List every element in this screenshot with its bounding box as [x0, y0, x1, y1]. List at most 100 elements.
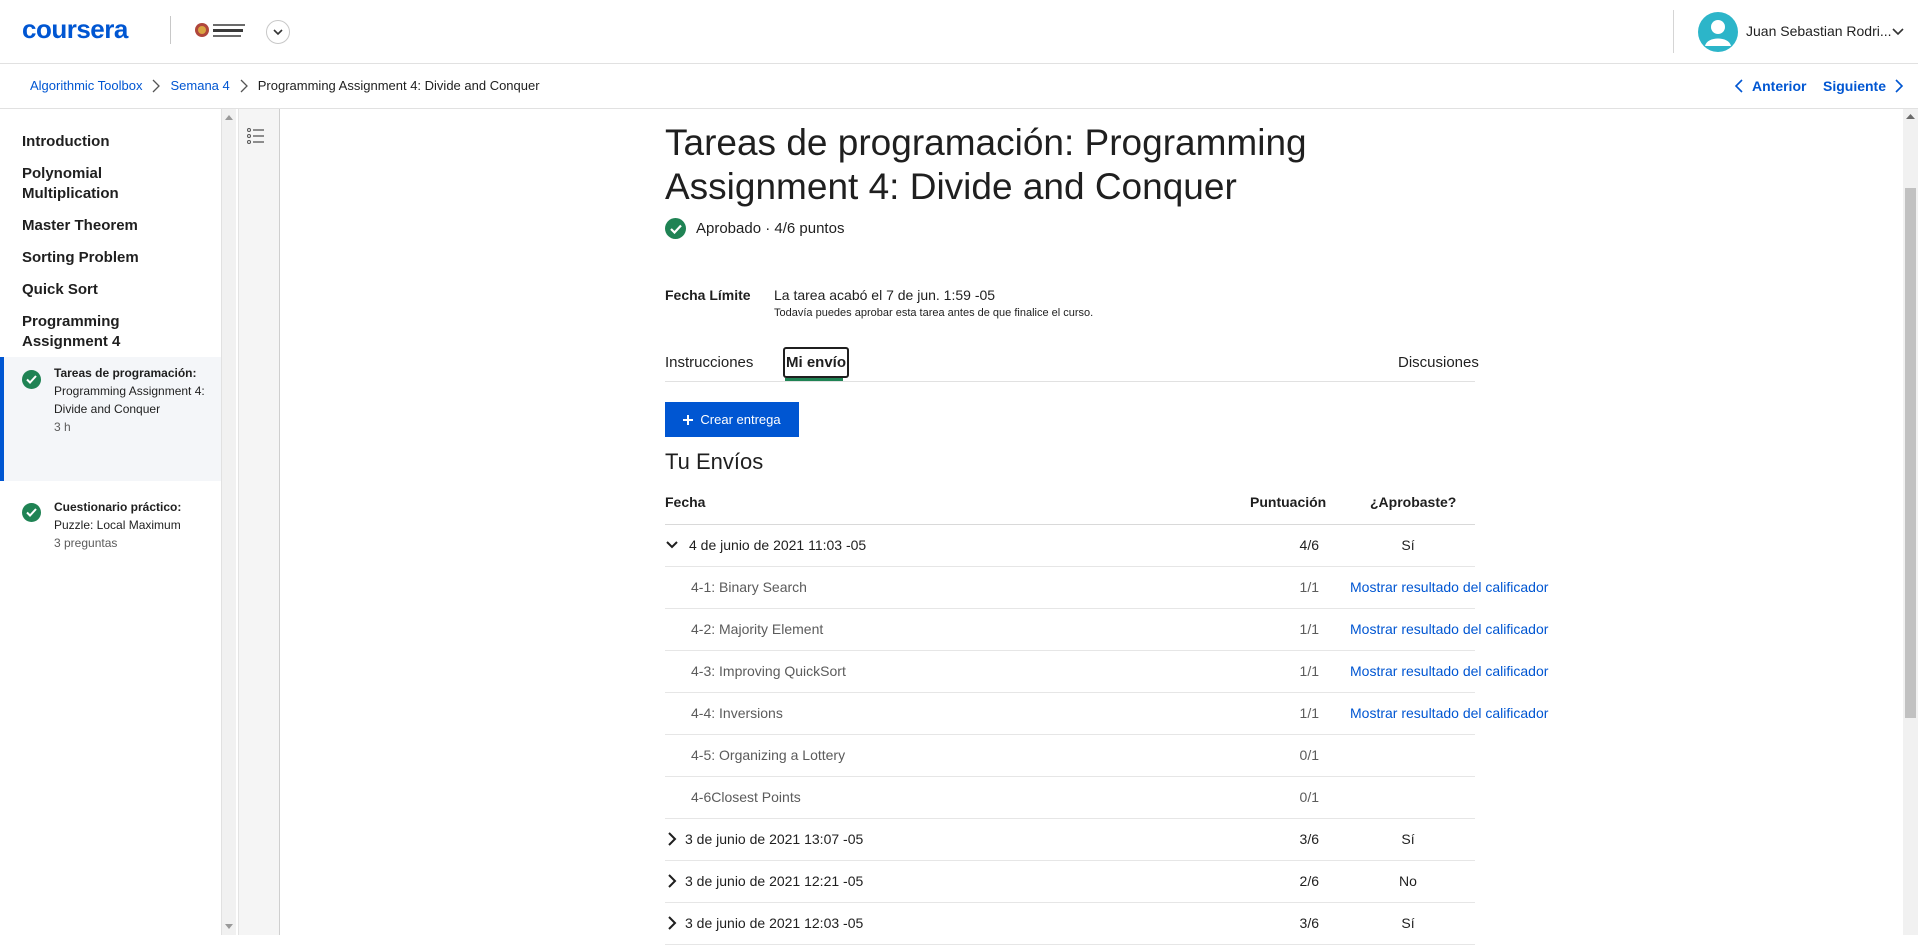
chevron-right-icon[interactable]: [665, 832, 679, 846]
scroll-up-icon[interactable]: [225, 114, 233, 120]
sidebar-item-puzzle[interactable]: Cuestionario práctico: Puzzle: Local Max…: [0, 489, 221, 559]
toc-panel: [238, 109, 280, 935]
sidebar-item-text: Cuestionario práctico: Puzzle: Local Max…: [54, 498, 214, 552]
show-grader-output-link[interactable]: Mostrar resultado del calificador: [1350, 579, 1548, 595]
deadline-text: La tarea acabó el 7 de jun. 1:59 -05: [774, 287, 996, 303]
column-header-score: Puntuación: [1250, 494, 1327, 510]
chevron-down-icon: [273, 29, 283, 36]
part-name: 4-2: Majority Element: [691, 621, 824, 637]
sidebar-scrollbar[interactable]: [221, 109, 236, 935]
submission-part-row: 4-1: Binary Search 1/1 Mostrar resultado…: [665, 567, 1548, 609]
previous-button[interactable]: Anterior: [1734, 78, 1806, 94]
sidebar-section-master-theorem[interactable]: Master Theorem: [22, 216, 138, 236]
user-name[interactable]: Juan Sebastian Rodri...: [1746, 23, 1892, 39]
submission-date: 3 de junio de 2021 13:07 -05: [685, 831, 864, 847]
sidebar-item-title: Programming Assignment 4: Divide and Con…: [54, 384, 205, 416]
sidebar-item-type: Tareas de programación:: [54, 366, 197, 380]
tab-discussions[interactable]: Discusiones: [1398, 354, 1479, 371]
submissions-table: Fecha Puntuación ¿Aprobaste? 4 de junio …: [665, 482, 1548, 945]
part-score: 1/1: [1299, 705, 1319, 721]
scroll-up-icon[interactable]: [1906, 113, 1915, 119]
avatar[interactable]: [1698, 12, 1738, 52]
submission-date: 3 de junio de 2021 12:21 -05: [685, 873, 864, 889]
submission-part-row: 4-5: Organizing a Lottery 0/1: [665, 735, 1475, 777]
chevron-down-icon[interactable]: [1892, 27, 1904, 37]
submission-passed: Sí: [1401, 831, 1415, 847]
coursera-logo[interactable]: coursera: [22, 14, 128, 45]
sidebar-item-type: Cuestionario práctico:: [54, 500, 182, 514]
table-header: Fecha Puntuación ¿Aprobaste?: [665, 482, 1475, 525]
submission-score: 4/6: [1299, 537, 1319, 553]
university-logo[interactable]: [195, 18, 247, 42]
chevron-right-icon: [153, 79, 161, 92]
submission-passed: Sí: [1401, 915, 1415, 931]
sidebar-section-sorting[interactable]: Sorting Problem: [22, 248, 139, 268]
deadline-note: Todavía puedes aprobar esta tarea antes …: [774, 307, 1094, 319]
check-icon: [22, 370, 41, 389]
column-header-date: Fecha: [665, 494, 706, 510]
breadcrumb-course[interactable]: Algorithmic Toolbox: [30, 78, 142, 93]
breadcrumb-bar: Algorithmic Toolbox Semana 4 Programming…: [0, 64, 1918, 109]
part-score: 0/1: [1299, 789, 1319, 805]
scroll-down-icon[interactable]: [225, 924, 233, 930]
part-score: 1/1: [1299, 663, 1319, 679]
part-name: 4-4: Inversions: [691, 705, 783, 721]
submission-score: 3/6: [1299, 915, 1319, 931]
list-icon[interactable]: [246, 126, 266, 146]
next-label: Siguiente: [1823, 78, 1887, 94]
submission-date: 3 de junio de 2021 12:03 -05: [685, 915, 864, 931]
page-title: Tareas de programación: Programming Assi…: [665, 122, 1307, 207]
part-name: 4-1: Binary Search: [691, 579, 807, 595]
chevron-right-icon[interactable]: [665, 916, 679, 930]
part-score: 0/1: [1299, 747, 1319, 763]
previous-label: Anterior: [1752, 78, 1807, 94]
create-submission-label: Crear entrega: [700, 412, 781, 427]
top-header: coursera Juan Sebastian Rodri...: [0, 0, 1918, 64]
submission-part-row: 4-6Closest Points 0/1: [665, 777, 1475, 819]
chevron-left-icon: [1734, 79, 1743, 93]
sidebar-item-meta: 3 h: [54, 420, 71, 434]
submission-part-row: 4-2: Majority Element 1/1 Mostrar result…: [665, 609, 1548, 651]
submission-date: 4 de junio de 2021 11:03 -05: [689, 537, 867, 553]
sidebar-section-polynomial[interactable]: Polynomial Multiplication: [22, 164, 172, 204]
submission-row[interactable]: 3 de junio de 2021 12:03 -05 3/6 Sí: [665, 903, 1475, 945]
sidebar-item-meta: 3 preguntas: [54, 536, 118, 550]
assignment-tabs: Instrucciones Mi envío Discusiones: [665, 346, 1479, 382]
next-button[interactable]: Siguiente: [1823, 78, 1904, 94]
submission-row[interactable]: 3 de junio de 2021 12:21 -05 2/6 No: [665, 861, 1475, 903]
scrollbar-thumb[interactable]: [1905, 188, 1916, 718]
sidebar-item-text: Tareas de programación: Programming Assi…: [54, 364, 214, 436]
chevron-right-icon: [1895, 79, 1904, 93]
breadcrumb-week[interactable]: Semana 4: [170, 78, 229, 93]
submission-score: 2/6: [1299, 873, 1319, 889]
submission-row[interactable]: 3 de junio de 2021 13:07 -05 3/6 Sí: [665, 819, 1475, 861]
deadline-label: Fecha Límite: [665, 287, 751, 303]
breadcrumb-current: Programming Assignment 4: Divide and Con…: [257, 78, 540, 93]
logo-divider: [170, 16, 171, 44]
part-score: 1/1: [1299, 579, 1319, 595]
show-grader-output-link[interactable]: Mostrar resultado del calificador: [1350, 705, 1548, 721]
submission-passed: Sí: [1401, 537, 1415, 553]
tab-instructions[interactable]: Instrucciones: [665, 354, 753, 371]
status-row: Aprobado · 4/6 puntos: [665, 218, 844, 239]
part-score: 1/1: [1299, 621, 1319, 637]
sidebar-item-programming-assignment[interactable]: Tareas de programación: Programming Assi…: [0, 357, 225, 481]
show-grader-output-link[interactable]: Mostrar resultado del calificador: [1350, 663, 1548, 679]
submission-row[interactable]: 4 de junio de 2021 11:03 -05 4/6 Sí: [665, 525, 1475, 567]
part-name: 4-6Closest Points: [691, 789, 801, 805]
show-grader-output-link[interactable]: Mostrar resultado del calificador: [1350, 621, 1548, 637]
create-submission-button[interactable]: Crear entrega: [665, 402, 799, 437]
sidebar-section-quicksort[interactable]: Quick Sort: [22, 280, 98, 300]
sidebar-section-assignment[interactable]: Programming Assignment 4: [22, 312, 172, 352]
institution-menu-button[interactable]: [266, 20, 290, 44]
chevron-right-icon[interactable]: [665, 874, 679, 888]
active-tab-indicator: [785, 378, 843, 381]
sidebar-section-introduction[interactable]: Introduction: [22, 132, 109, 152]
check-icon: [22, 503, 41, 522]
check-circle-icon: [665, 218, 686, 239]
submission-part-row: 4-4: Inversions 1/1 Mostrar resultado de…: [665, 693, 1548, 735]
tab-my-submission[interactable]: Mi envío: [783, 347, 850, 378]
breadcrumb: Algorithmic Toolbox Semana 4 Programming…: [30, 78, 540, 93]
submission-passed: No: [1399, 873, 1417, 889]
chevron-down-icon[interactable]: [665, 538, 679, 552]
